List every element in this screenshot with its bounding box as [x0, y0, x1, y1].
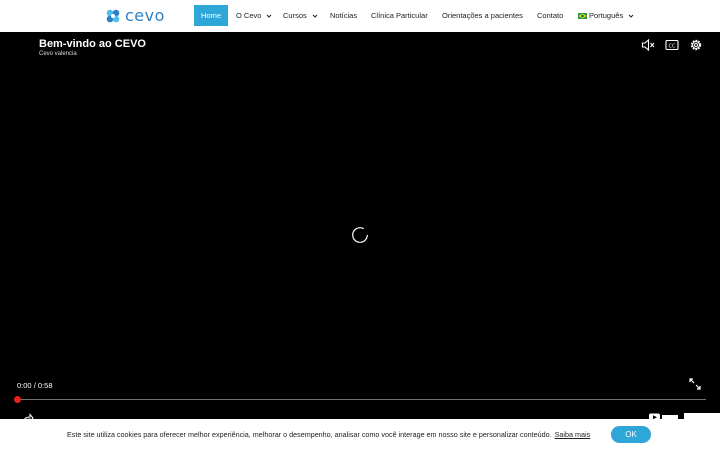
mute-icon[interactable] — [641, 38, 655, 52]
loading-spinner-icon — [352, 227, 368, 243]
nav-item-label: Contato — [537, 11, 564, 20]
video-time-display: 0:00 / 0:58 — [17, 381, 53, 390]
cookie-banner: Este site utiliza cookies para oferecer … — [0, 419, 720, 450]
progress-bar[interactable] — [16, 399, 706, 400]
nav-item-o-cevo[interactable]: O Cevo — [236, 2, 272, 29]
nav-item-cursos[interactable]: Cursos — [283, 2, 318, 29]
chevron-down-icon — [312, 14, 318, 18]
language-label: Português — [589, 11, 624, 20]
cevo-logo-icon — [106, 9, 120, 23]
time-separator: / — [33, 381, 36, 390]
chevron-down-icon — [267, 14, 272, 18]
captions-icon[interactable]: CC — [665, 38, 679, 52]
svg-text:CC: CC — [669, 43, 676, 49]
language-selector[interactable]: Português — [578, 2, 634, 29]
nav-item-label: Clínica Particular — [371, 11, 428, 20]
cookie-ok-button[interactable]: OK — [611, 426, 651, 443]
time-current: 0:00 — [17, 381, 32, 390]
time-total: 0:58 — [37, 381, 53, 390]
settings-icon[interactable] — [689, 38, 703, 52]
nav-item-label: Cursos — [283, 11, 307, 20]
cookie-text: Este site utiliza cookies para oferecer … — [67, 430, 590, 439]
video-player[interactable]: Bem-vindo ao CEVO Cevo valencia CC 0:00 … — [0, 32, 720, 423]
nav-item-home[interactable]: Home — [194, 5, 229, 26]
nav-item-label: Notícias — [330, 11, 358, 20]
logo-text: cevo — [125, 6, 165, 25]
nav-item-label: Orientações a pacientes — [442, 11, 523, 20]
chevron-down-icon — [628, 14, 634, 18]
nav-item-label: O Cevo — [236, 11, 262, 20]
cookie-message: Este site utiliza cookies para oferecer … — [67, 430, 552, 439]
site-header: cevo Home O Cevo Cursos Notícias Clínica… — [0, 0, 720, 32]
nav-item-contato[interactable]: Contato — [537, 2, 563, 29]
fullscreen-icon[interactable] — [689, 378, 701, 390]
progress-scrubber[interactable] — [14, 396, 21, 403]
nav-item-orientacoes[interactable]: Orientações a pacientes — [442, 2, 523, 29]
nav-item-label: Home — [201, 11, 222, 20]
nav-item-noticias[interactable]: Notícias — [330, 2, 357, 29]
video-channel[interactable]: Cevo valencia — [39, 51, 77, 57]
cookie-learn-more-link[interactable]: Saiba mais — [555, 430, 591, 439]
nav-item-clinica-particular[interactable]: Clínica Particular — [371, 2, 428, 29]
brazil-flag-icon — [578, 12, 587, 19]
cevo-logo[interactable]: cevo — [104, 6, 165, 26]
video-title[interactable]: Bem-vindo ao CEVO — [39, 38, 146, 50]
